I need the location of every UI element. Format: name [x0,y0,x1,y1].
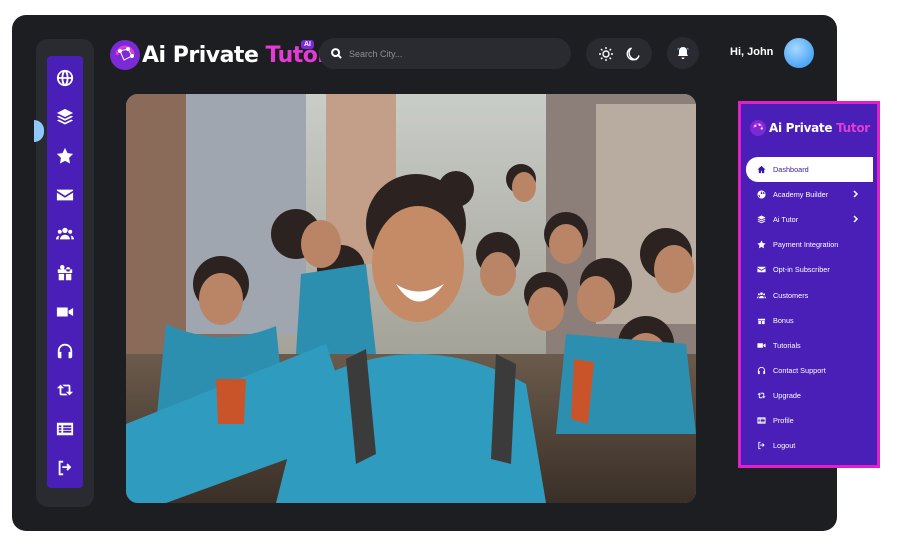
menu-item-label: Tutorials [773,340,801,350]
app-window: Ai Private Tutor AI Hi, John [12,15,837,531]
star-icon [56,147,74,164]
app-logo-text: Ai Private Tutor [142,42,328,68]
gift-icon [57,264,73,281]
menu-item-dashboard[interactable]: Dashboard [746,157,873,183]
bell-icon [677,47,689,59]
side-menu-list: Dashboard Academy Builder Ai Tutor Payme… [746,157,873,458]
menu-item-contact-support[interactable]: Contact Support [746,358,873,383]
menu-item-payment-integration[interactable]: Payment Integration [746,232,873,257]
students-selfie-photo [126,94,696,503]
rail-list-card-button[interactable] [47,410,83,449]
globe-icon [56,69,74,86]
headphones-icon [757,366,766,374]
rail-sign-out-button[interactable] [47,449,83,488]
rail-globe-button[interactable] [47,58,83,97]
menu-item-opt-in-subscriber[interactable]: Opt-in Subscriber [746,257,873,282]
search-bar [319,38,571,69]
list-card-icon [757,417,766,424]
menu-item-label: Academy Builder [773,190,829,200]
rail-gift-button[interactable] [47,253,83,292]
notification-button[interactable] [667,37,699,69]
menu-item-logout[interactable]: Logout [746,433,873,458]
home-icon [757,165,766,174]
retweet-icon [56,384,74,396]
rail-envelope-button[interactable] [47,175,83,214]
rail-star-button[interactable] [47,136,83,175]
sign-out-icon [58,461,72,476]
sign-out-icon [758,441,765,450]
sun-icon[interactable] [598,46,614,62]
headphones-icon [57,344,73,359]
globe-icon [757,190,766,199]
menu-item-label: Contact Support [773,365,826,375]
layers-icon [757,215,766,224]
rail-video-button[interactable] [47,293,83,332]
menu-item-label: Opt-in Subscriber [773,265,830,275]
rail-users-button[interactable] [47,214,83,253]
menu-item-ai-tutor[interactable]: Ai Tutor [746,207,873,232]
menu-item-bonus[interactable]: Bonus [746,308,873,333]
envelope-icon [757,267,766,273]
menu-item-label: Ai Tutor [773,215,799,225]
video-icon [56,307,74,317]
envelope-icon [56,189,74,201]
brain-logo-icon [108,38,142,72]
search-icon [331,48,342,59]
menu-item-label: Bonus [773,315,794,325]
star-icon [757,240,766,249]
video-icon [757,342,766,348]
menu-item-tutorials[interactable]: Tutorials [746,333,873,358]
user-greeting: Hi, John [730,46,774,58]
menu-item-label: Dashboard [773,165,809,175]
menu-item-label: Upgrade [773,390,801,400]
menu-item-upgrade[interactable]: Upgrade [746,383,873,408]
menu-item-profile[interactable]: Profile [746,408,873,433]
side-menu-logo-text: Ai Private Tutor [769,121,870,135]
users-icon [56,227,74,240]
gift-icon [757,318,766,324]
menu-item-customers[interactable]: Customers [746,282,873,307]
layers-icon [56,108,74,125]
avatar[interactable] [784,38,814,68]
theme-toggle[interactable] [586,38,652,69]
rail-layers-button[interactable] [47,97,83,136]
hero-photo [126,94,696,503]
logo-ai-badge: AI [301,40,314,49]
list-card-icon [56,423,74,436]
side-menu-logo: Ai Private Tutor [749,118,870,138]
users-icon [757,291,766,298]
menu-item-label: Customers [773,290,809,300]
moon-icon[interactable] [625,46,641,62]
icon-rail [47,56,83,488]
menu-item-label: Profile [773,415,794,425]
chevron-right-icon [853,215,859,223]
rail-headphones-button[interactable] [47,332,83,371]
rail-retweet-button[interactable] [47,371,83,410]
retweet-icon [757,392,766,399]
side-menu-panel: Ai Private Tutor Dashboard Academy Build… [738,101,880,468]
menu-item-label: Logout [773,441,796,451]
menu-item-label: Payment Integration [773,240,839,250]
brain-logo-icon [749,119,767,137]
app-logo: Ai Private Tutor [108,38,328,72]
search-input[interactable] [349,48,549,59]
menu-item-academy-builder[interactable]: Academy Builder [746,182,873,207]
chevron-right-icon [853,190,859,198]
icon-sidebar [36,39,94,507]
